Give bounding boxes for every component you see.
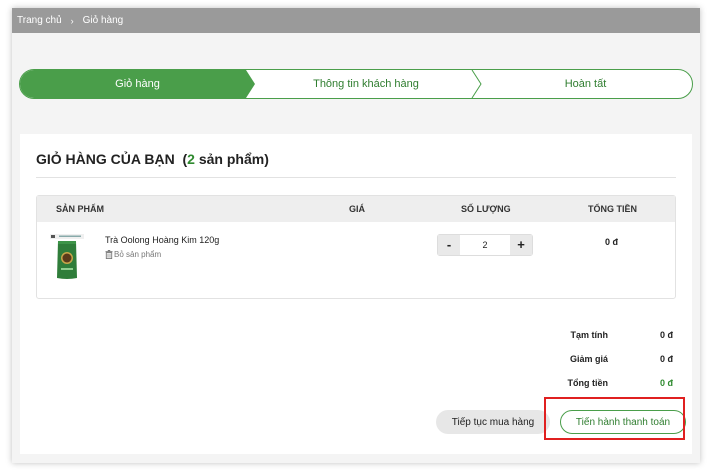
cart-title-text: GIỎ HÀNG CỦA BẠN bbox=[36, 151, 175, 167]
breadcrumb-current: Giỏ hàng bbox=[82, 15, 124, 26]
quantity-increase-button[interactable]: + bbox=[510, 235, 532, 255]
breadcrumb-separator-icon: › bbox=[70, 15, 74, 26]
table-header: SẢN PHẨM GIÁ SỐ LƯỢNG TỔNG TIỀN bbox=[37, 196, 675, 222]
discount-value: 0 đ bbox=[660, 354, 674, 364]
cart-table: SẢN PHẨM GIÁ SỐ LƯỢNG TỔNG TIỀN Trà Oolo… bbox=[36, 195, 676, 299]
table-row: Trà Oolong Hoàng Kim 120g Bỏ sản phẩm - … bbox=[37, 222, 675, 298]
continue-shopping-button[interactable]: Tiếp tục mua hàng bbox=[436, 410, 550, 434]
breadcrumb-home-link[interactable]: Trang chủ bbox=[17, 15, 62, 26]
row-total: 0 đ bbox=[605, 237, 619, 247]
subtotal-label: Tạm tính bbox=[570, 330, 609, 340]
total-label: Tổng tiền bbox=[567, 378, 609, 388]
cart-count: 2 bbox=[187, 151, 195, 167]
product-name[interactable]: Trà Oolong Hoàng Kim 120g bbox=[105, 235, 219, 245]
step-cart[interactable]: Giỏ hàng bbox=[20, 70, 255, 98]
checkout-steps: Giỏ hàng Thông tin khách hàng Hoàn tất bbox=[19, 69, 693, 99]
header-total: TỔNG TIỀN bbox=[588, 204, 637, 214]
remove-product-link[interactable]: Bỏ sản phẩm bbox=[105, 250, 161, 259]
subtotal-value: 0 đ bbox=[660, 330, 674, 340]
cart-title: GIỎ HÀNG CỦA BẠN (2 sản phẩm) bbox=[36, 151, 269, 167]
trash-icon bbox=[105, 250, 113, 259]
summary-subtotal: Tạm tính 0 đ bbox=[20, 330, 692, 344]
quantity-input[interactable] bbox=[460, 235, 510, 255]
checkout-highlight-box bbox=[544, 397, 685, 440]
total-value: 0 đ bbox=[660, 378, 674, 388]
summary-discount: Giảm giá 0 đ bbox=[20, 354, 692, 368]
breadcrumb: Trang chủ › Giỏ hàng bbox=[12, 8, 700, 33]
page-frame: Trang chủ › Giỏ hàng Giỏ hàng Thông tin … bbox=[12, 8, 700, 463]
discount-label: Giảm giá bbox=[569, 354, 608, 364]
step-complete[interactable]: Hoàn tất bbox=[477, 70, 692, 98]
summary-total: Tổng tiền 0 đ bbox=[20, 378, 692, 392]
header-product: SẢN PHẨM bbox=[56, 204, 105, 214]
header-price: GIÁ bbox=[349, 204, 366, 214]
product-thumbnail[interactable] bbox=[50, 234, 84, 280]
quantity-stepper: - + bbox=[437, 234, 533, 256]
header-quantity: SỐ LƯỢNG bbox=[461, 204, 511, 214]
title-divider bbox=[36, 177, 676, 178]
quantity-decrease-button[interactable]: - bbox=[438, 235, 460, 255]
remove-label: Bỏ sản phẩm bbox=[114, 250, 162, 259]
step-customer-info[interactable]: Thông tin khách hàng bbox=[255, 70, 477, 98]
cart-count-suffix: sản phẩm) bbox=[198, 151, 269, 167]
